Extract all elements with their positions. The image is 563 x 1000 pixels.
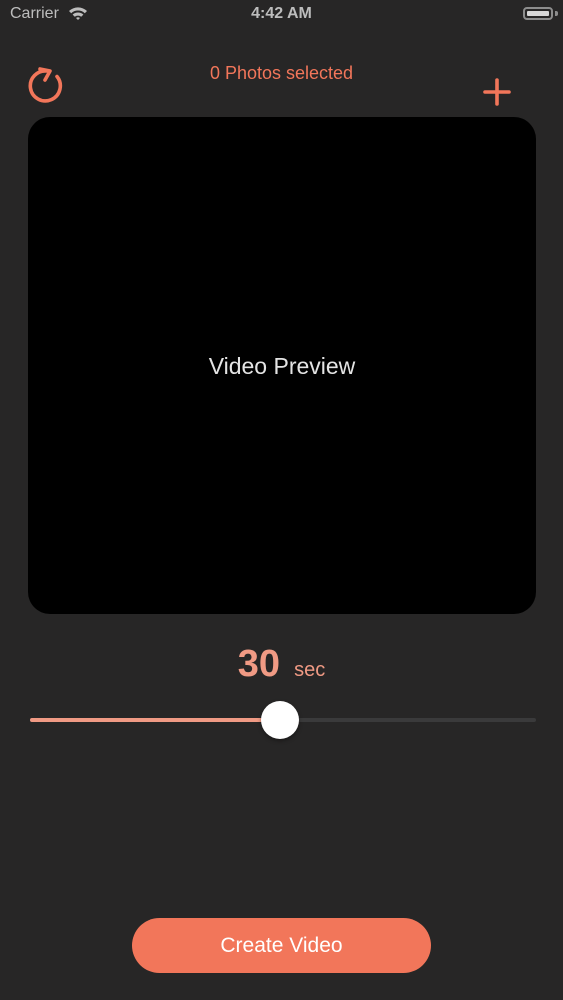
video-preview-label: Video Preview	[208, 353, 356, 379]
status-bar: Carrier 4:42 AM	[0, 0, 563, 30]
slider-thumb[interactable]	[261, 701, 300, 739]
create-video-button[interactable]: Create Video	[132, 918, 431, 973]
photos-selected-label: 0 Photos selected	[209, 63, 354, 83]
video-preview: Video Preview	[28, 117, 536, 614]
duration-unit: sec	[294, 659, 326, 681]
duration-slider[interactable]	[30, 700, 536, 740]
battery-icon	[523, 7, 553, 20]
status-time: 4:42 AM	[251, 5, 312, 22]
battery-cap	[555, 11, 558, 16]
duration-display: 30 sec	[0, 643, 563, 686]
plus-icon[interactable]	[480, 75, 514, 109]
slider-fill	[30, 718, 281, 722]
duration-value: 30	[237, 643, 281, 685]
